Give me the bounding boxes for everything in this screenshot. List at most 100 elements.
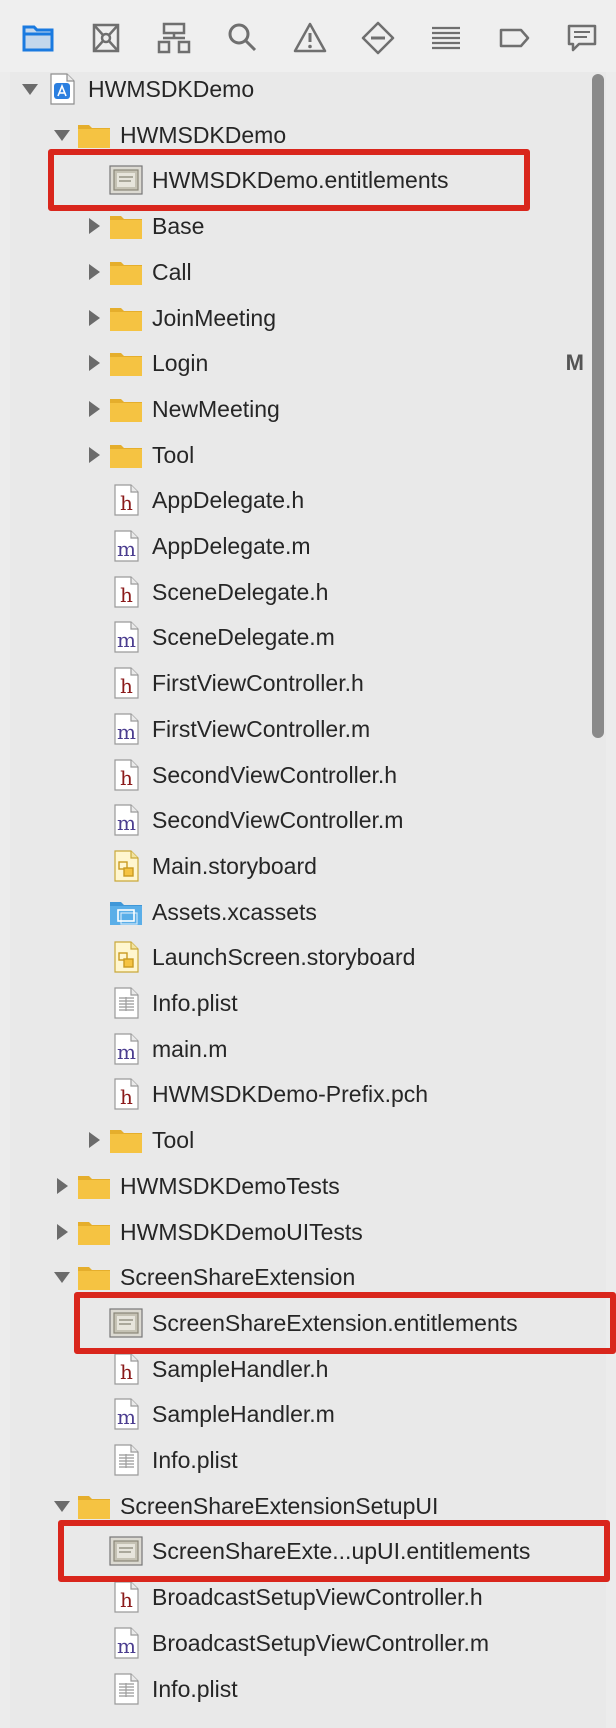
folder-file-icon xyxy=(77,1261,111,1293)
item-label-call: Call xyxy=(152,258,192,285)
item-label-screenshareextension: ScreenShareExtension xyxy=(120,1264,356,1291)
item-label-hwmsdkdemo-entitlements: HWMSDKDemo.entitlements xyxy=(152,167,449,194)
tree-folder-row[interactable]: ScreenShareExtensionSetupUI xyxy=(10,1484,606,1528)
tree-folder-row[interactable]: Call xyxy=(10,250,606,294)
tree-folder-row[interactable]: Tool xyxy=(10,433,606,477)
item-label-tool: Tool xyxy=(152,1127,195,1154)
tree-folder-row[interactable]: NewMeeting xyxy=(10,387,606,431)
tree-file-row[interactable]: Info.plist xyxy=(10,1667,606,1711)
item-label-info-plist: Info.plist xyxy=(152,1447,238,1473)
storyboard-file-icon xyxy=(109,850,143,882)
svg-text:m: m xyxy=(117,1405,136,1429)
item-label-broadcastsetupviewcontroller-h: BroadcastSetupViewController.h xyxy=(152,1584,483,1611)
svg-text:h: h xyxy=(120,491,133,515)
tree-file-row[interactable]: m main.m xyxy=(10,1027,606,1071)
find-icon[interactable] xyxy=(220,16,264,60)
symbol-navigator-icon[interactable] xyxy=(152,16,196,60)
svg-text:m: m xyxy=(117,537,136,561)
m-file-icon: m xyxy=(109,621,143,653)
scrollbar-thumb[interactable] xyxy=(592,74,604,738)
tree-file-row[interactable]: h SceneDelegate.h xyxy=(10,570,606,614)
item-label-appdelegate-h: AppDelegate.h xyxy=(152,487,305,514)
svg-text:h: h xyxy=(120,674,133,698)
item-label-info-plist: Info.plist xyxy=(152,990,238,1016)
disclosure-closed-icon[interactable] xyxy=(82,306,106,330)
h-file-icon: h xyxy=(109,1581,143,1613)
item-label-firstviewcontroller-h: FirstViewController.h xyxy=(152,670,364,697)
disclosure-closed-icon[interactable] xyxy=(50,1174,74,1198)
disclosure-closed-icon[interactable] xyxy=(82,260,106,284)
h-file-icon: h xyxy=(109,667,143,699)
tree-folder-row[interactable]: HWMSDKDemoUITests xyxy=(10,1210,606,1254)
project-navigator-icon[interactable] xyxy=(16,16,60,60)
tree-file-row[interactable]: HWMSDKDemo.entitlements xyxy=(10,158,606,202)
tree-file-row[interactable]: m AppDelegate.m xyxy=(10,524,606,568)
tree-file-row[interactable]: Main.storyboard xyxy=(10,844,606,888)
tree-folder-row[interactable]: HWMSDKDemoTests xyxy=(10,1164,606,1208)
tree-file-row[interactable]: ScreenShareExte...upUI.entitlements xyxy=(10,1529,606,1573)
tree-file-row[interactable]: Assets.xcassets xyxy=(10,890,606,934)
disclosure-closed-icon[interactable] xyxy=(82,351,106,375)
breakpoint-icon[interactable] xyxy=(492,16,536,60)
svg-text:h: h xyxy=(120,583,133,607)
tree-file-row[interactable]: LaunchScreen.storyboard xyxy=(10,935,606,979)
tree-folder-row[interactable]: HWMSDKDemo xyxy=(10,113,606,157)
h-file-icon: h xyxy=(109,484,143,516)
disclosure-open-icon[interactable] xyxy=(50,123,74,147)
item-label-base: Base xyxy=(152,213,205,240)
tree-file-row[interactable]: ScreenShareExtension.entitlements xyxy=(10,1301,606,1345)
issue-warning-icon[interactable] xyxy=(288,16,332,60)
tree-file-row[interactable]: Info.plist xyxy=(10,981,606,1025)
project-navigator: HWMSDKDemo HWMSDKDemo HWMSDKDemo.entitleme… xyxy=(10,72,606,1728)
disclosure-closed-icon[interactable] xyxy=(82,214,106,238)
item-label-firstviewcontroller-m: FirstViewController.m xyxy=(152,715,371,742)
source-control-icon[interactable] xyxy=(84,16,128,60)
tree-file-row[interactable]: h SampleHandler.h xyxy=(10,1347,606,1391)
test-diamond-icon[interactable] xyxy=(356,16,400,60)
report-icon[interactable] xyxy=(560,16,604,60)
tree-folder-row[interactable]: Base xyxy=(10,204,606,248)
tree-file-row[interactable]: m SecondViewController.m xyxy=(10,798,606,842)
tree-folder-row[interactable]: Login M xyxy=(10,341,606,385)
disclosure-closed-icon[interactable] xyxy=(82,1128,106,1152)
tree-file-row[interactable]: h AppDelegate.h xyxy=(10,478,606,522)
tree-folder-row[interactable]: JoinMeeting xyxy=(10,296,606,340)
plist-file-icon xyxy=(109,1444,143,1476)
item-label-main-m: main.m xyxy=(152,1035,228,1062)
tree-file-row[interactable]: h FirstViewController.h xyxy=(10,661,606,705)
disclosure-open-icon[interactable] xyxy=(50,1494,74,1518)
disclosure-open-icon[interactable] xyxy=(50,1265,74,1289)
item-label-hwmsdkdemo: HWMSDKDemo xyxy=(88,76,255,102)
disclosure-closed-icon[interactable] xyxy=(82,397,106,421)
m-file-icon: m xyxy=(109,1398,143,1430)
disclosure-closed-icon[interactable] xyxy=(82,443,106,467)
m-file-icon: m xyxy=(109,530,143,562)
tree-file-row[interactable]: m FirstViewController.m xyxy=(10,707,606,751)
item-label-samplehandler-m: SampleHandler.m xyxy=(152,1401,335,1428)
folder-file-icon xyxy=(109,393,143,425)
tree-file-row[interactable]: h SecondViewController.h xyxy=(10,753,606,797)
tree-file-row[interactable]: Info.plist xyxy=(10,1438,606,1482)
disclosure-closed-icon[interactable] xyxy=(50,1220,74,1244)
tree-file-row[interactable]: m BroadcastSetupViewController.m xyxy=(10,1621,606,1665)
m-file-icon: m xyxy=(109,1033,143,1065)
navigator-toolbar xyxy=(0,0,616,72)
tree-folder-row[interactable]: Tool xyxy=(10,1118,606,1162)
tree-folder-row[interactable]: ScreenShareExtension xyxy=(10,1255,606,1299)
item-label-samplehandler-h: SampleHandler.h xyxy=(152,1355,329,1382)
entitlements-file-icon xyxy=(109,1307,143,1339)
tree-file-row[interactable]: m SampleHandler.m xyxy=(10,1392,606,1436)
tree-file-row[interactable]: h HWMSDKDemo-Prefix.pch xyxy=(10,1072,606,1116)
tree-file-row[interactable]: m SceneDelegate.m xyxy=(10,615,606,659)
disclosure-open-icon[interactable] xyxy=(18,77,42,101)
tree-folder-row[interactable]: HWMSDKDemo xyxy=(10,67,606,111)
svg-text:h: h xyxy=(120,1588,133,1612)
folder-file-icon xyxy=(77,1490,111,1522)
tree-file-row[interactable]: h BroadcastSetupViewController.h xyxy=(10,1575,606,1619)
entitlements-file-icon xyxy=(109,164,143,196)
item-label-appdelegate-m: AppDelegate.m xyxy=(152,533,311,559)
folder-file-icon xyxy=(109,256,143,288)
debug-list-icon[interactable] xyxy=(424,16,468,60)
m-file-icon: m xyxy=(109,1627,143,1659)
item-label-main-storyboard: Main.storyboard xyxy=(152,852,317,879)
